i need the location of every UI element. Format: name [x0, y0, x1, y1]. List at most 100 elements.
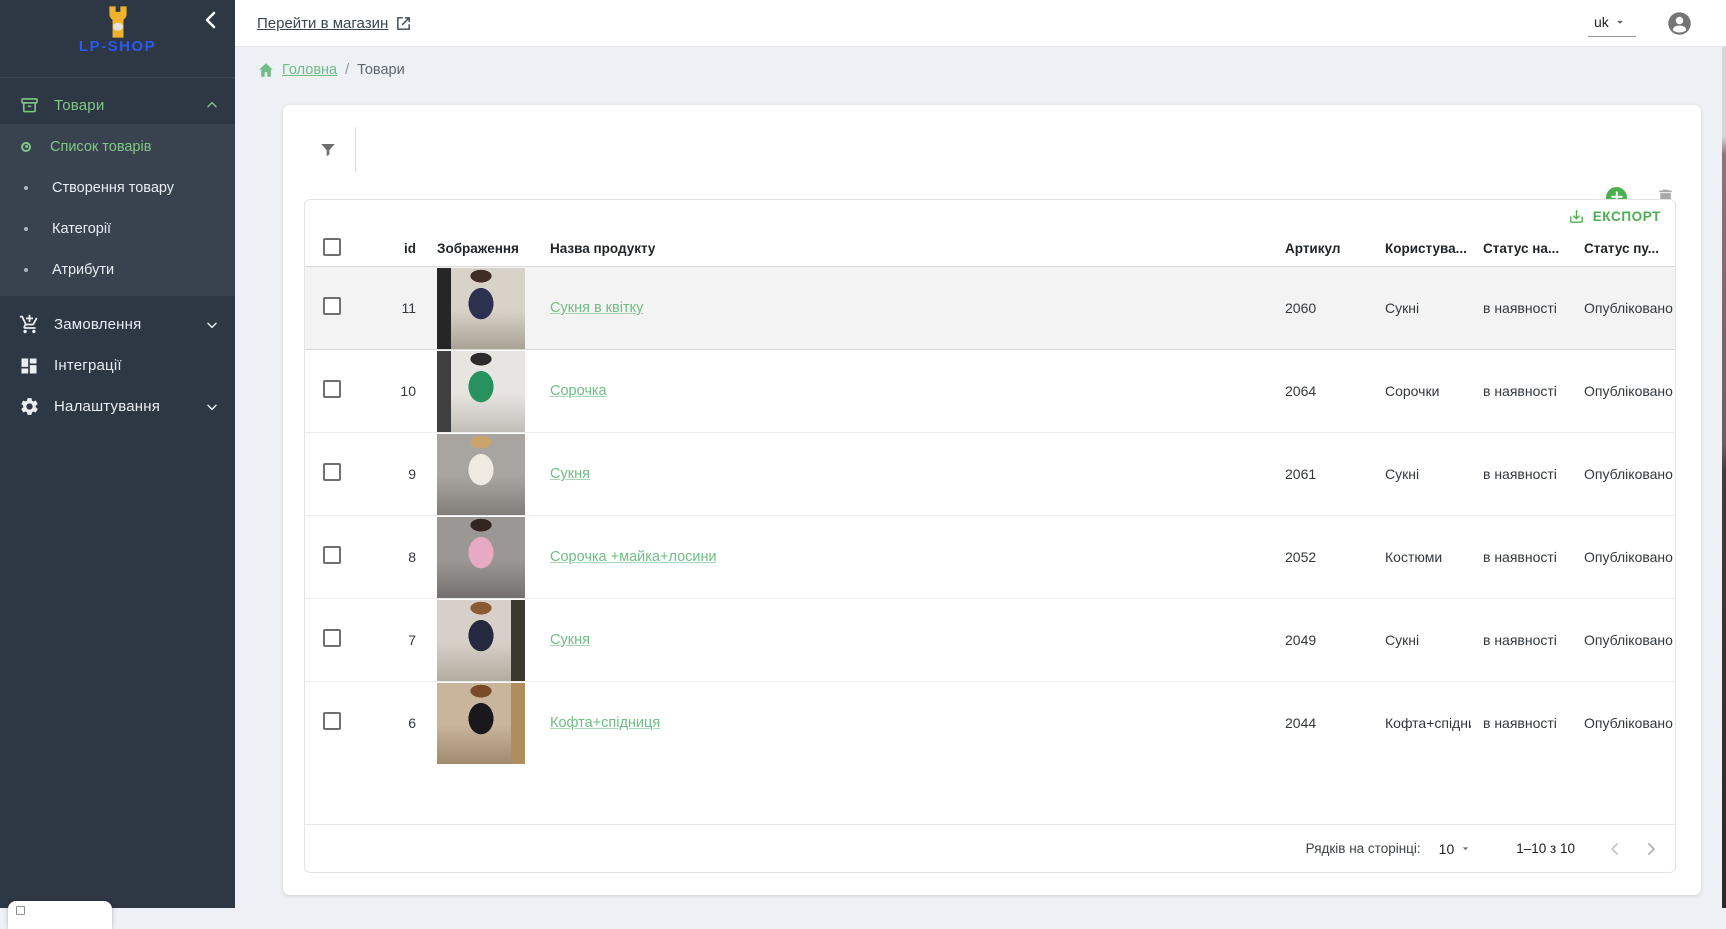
product-image[interactable]	[437, 600, 525, 681]
archive-box-icon	[18, 94, 40, 116]
sidebar-item[interactable]: Створення товару	[0, 167, 235, 208]
sidebar-group-label: Налаштування	[54, 398, 205, 415]
product-link[interactable]: Сорочка	[550, 383, 607, 399]
sidebar-collapse-button[interactable]	[199, 8, 223, 32]
breadcrumb-home[interactable]: Головна	[257, 61, 337, 79]
product-link[interactable]: Кофта+спідниця	[550, 715, 660, 731]
cell-sku: 2052	[1281, 515, 1376, 598]
sidebar-lower-groups: Замовлення Інтеграції Налаштування	[0, 304, 235, 427]
product-image[interactable]	[437, 434, 525, 515]
product-link[interactable]: Сукня	[550, 466, 590, 482]
products-submenu: Список товарів Створення товару Категорії А…	[0, 124, 235, 296]
sidebar-item-label: Створення товару	[52, 180, 174, 196]
chevron-left-icon	[1605, 839, 1625, 859]
bottom-toast[interactable]	[8, 901, 112, 929]
table-row: 6Кофта+спідниця2044Кофта+спідницв наявно…	[305, 681, 1676, 764]
header-category: Користува...	[1376, 232, 1471, 266]
export-label: ЕКСПОРТ	[1593, 209, 1661, 224]
header-image: Зображення	[421, 232, 531, 266]
export-button[interactable]: ЕКСПОРТ	[1568, 208, 1661, 225]
product-link[interactable]: Сукня в квітку	[550, 300, 643, 316]
sidebar-item[interactable]: Список товарів	[0, 126, 235, 167]
go-to-store-label: Перейти в магазин	[257, 15, 388, 32]
sidebar-group-settings[interactable]: Налаштування	[0, 386, 235, 427]
filter-button[interactable]	[311, 133, 345, 167]
cell-publish: Опубліковано	[1571, 432, 1676, 515]
cell-publish: Опубліковано	[1571, 266, 1676, 349]
cell-publish: Опубліковано	[1571, 515, 1676, 598]
row-checkbox[interactable]	[323, 712, 341, 730]
sidebar-item[interactable]: Атрибути	[0, 249, 235, 290]
cell-category: Костюми	[1376, 515, 1471, 598]
cell-category: Сорочки	[1376, 349, 1471, 432]
rows-per-page-select[interactable]: 10	[1439, 841, 1473, 857]
product-image[interactable]	[437, 517, 525, 598]
sidebar-group-label: Замовлення	[54, 316, 205, 333]
cell-publish: Опубліковано	[1571, 598, 1676, 681]
cell-stock: в наявності	[1471, 515, 1571, 598]
table-row: 11 Сукня в квітку 2060Сукнів наявностіОпуб…	[305, 266, 1676, 349]
header-sku: Артикул	[1281, 232, 1376, 266]
select-all-checkbox[interactable]	[323, 238, 341, 256]
cell-publish: Опубліковано	[1571, 349, 1676, 432]
cell-sku: 2044	[1281, 681, 1376, 764]
header-stock: Статус на...	[1471, 232, 1571, 266]
previous-page-button[interactable]	[1603, 837, 1627, 861]
cell-stock: в наявності	[1471, 432, 1571, 515]
row-checkbox[interactable]	[323, 463, 341, 481]
download-icon	[1568, 208, 1585, 225]
go-to-store-link[interactable]: Перейти в магазин	[257, 15, 412, 32]
row-checkbox[interactable]	[323, 546, 341, 564]
caret-down-icon	[1459, 842, 1472, 855]
cell-stock: в наявності	[1471, 681, 1571, 764]
cell-stock: в наявності	[1471, 266, 1571, 349]
table-header-row: id Зображення Назва продукту Артикул Кор…	[305, 232, 1676, 266]
product-link[interactable]: Сорочка +майка+лосини	[550, 549, 717, 565]
cell-stock: в наявності	[1471, 598, 1571, 681]
account-button[interactable]	[1666, 9, 1694, 37]
header-publish: Статус пу...	[1571, 232, 1676, 266]
header-id: id	[361, 232, 421, 266]
sidebar-item-label: Атрибути	[52, 262, 114, 278]
sidebar-nav: Товари Список товарів Створення товару Кат…	[0, 86, 235, 427]
language-value: uk	[1594, 14, 1609, 30]
row-checkbox[interactable]	[323, 380, 341, 398]
cell-stock: в наявності	[1471, 349, 1571, 432]
row-checkbox[interactable]	[323, 629, 341, 647]
product-image[interactable]	[437, 351, 525, 432]
breadcrumb-separator: /	[345, 62, 349, 78]
sidebar-group-orders[interactable]: Замовлення	[0, 304, 235, 345]
chevron-down-icon	[205, 318, 219, 332]
pagination-range: 1–10 з 10	[1516, 841, 1575, 856]
filter-bar	[283, 105, 1701, 171]
cell-id: 11	[361, 266, 421, 349]
breadcrumb-home-link[interactable]: Головна	[282, 62, 337, 78]
dashboard-squares-icon	[18, 355, 40, 377]
product-image[interactable]	[437, 683, 525, 764]
home-icon	[257, 61, 275, 79]
product-image[interactable]	[437, 268, 525, 349]
dot-icon	[24, 186, 28, 190]
filter-divider	[355, 127, 356, 172]
active-dot-icon	[21, 142, 31, 152]
table-row: 9Сукня2061Сукнів наявностіОпубліковано	[305, 432, 1676, 515]
list-paper: ЕКСПОРТ id Зображення Назва продукту Арт…	[283, 105, 1701, 895]
language-select[interactable]: uk	[1588, 10, 1636, 37]
row-checkbox[interactable]	[323, 297, 341, 315]
cell-sku: 2061	[1281, 432, 1376, 515]
filter-funnel-icon	[319, 141, 337, 159]
product-link[interactable]: Сукня	[550, 632, 590, 648]
chevron-right-icon	[1641, 839, 1661, 859]
chevron-up-icon	[205, 98, 219, 112]
cell-category: Сукні	[1376, 266, 1471, 349]
sidebar-item-integrations[interactable]: Інтеграції	[0, 345, 235, 386]
sidebar-group-label: Інтеграції	[54, 357, 219, 374]
next-page-button[interactable]	[1639, 837, 1663, 861]
sidebar-group-products[interactable]: Товари	[0, 86, 235, 124]
cell-sku: 2060	[1281, 266, 1376, 349]
header-name: Назва продукту	[531, 232, 1281, 266]
toast-icon	[16, 906, 25, 915]
chevron-down-icon	[205, 400, 219, 414]
cell-id: 6	[361, 681, 421, 764]
sidebar-item[interactable]: Категорії	[0, 208, 235, 249]
